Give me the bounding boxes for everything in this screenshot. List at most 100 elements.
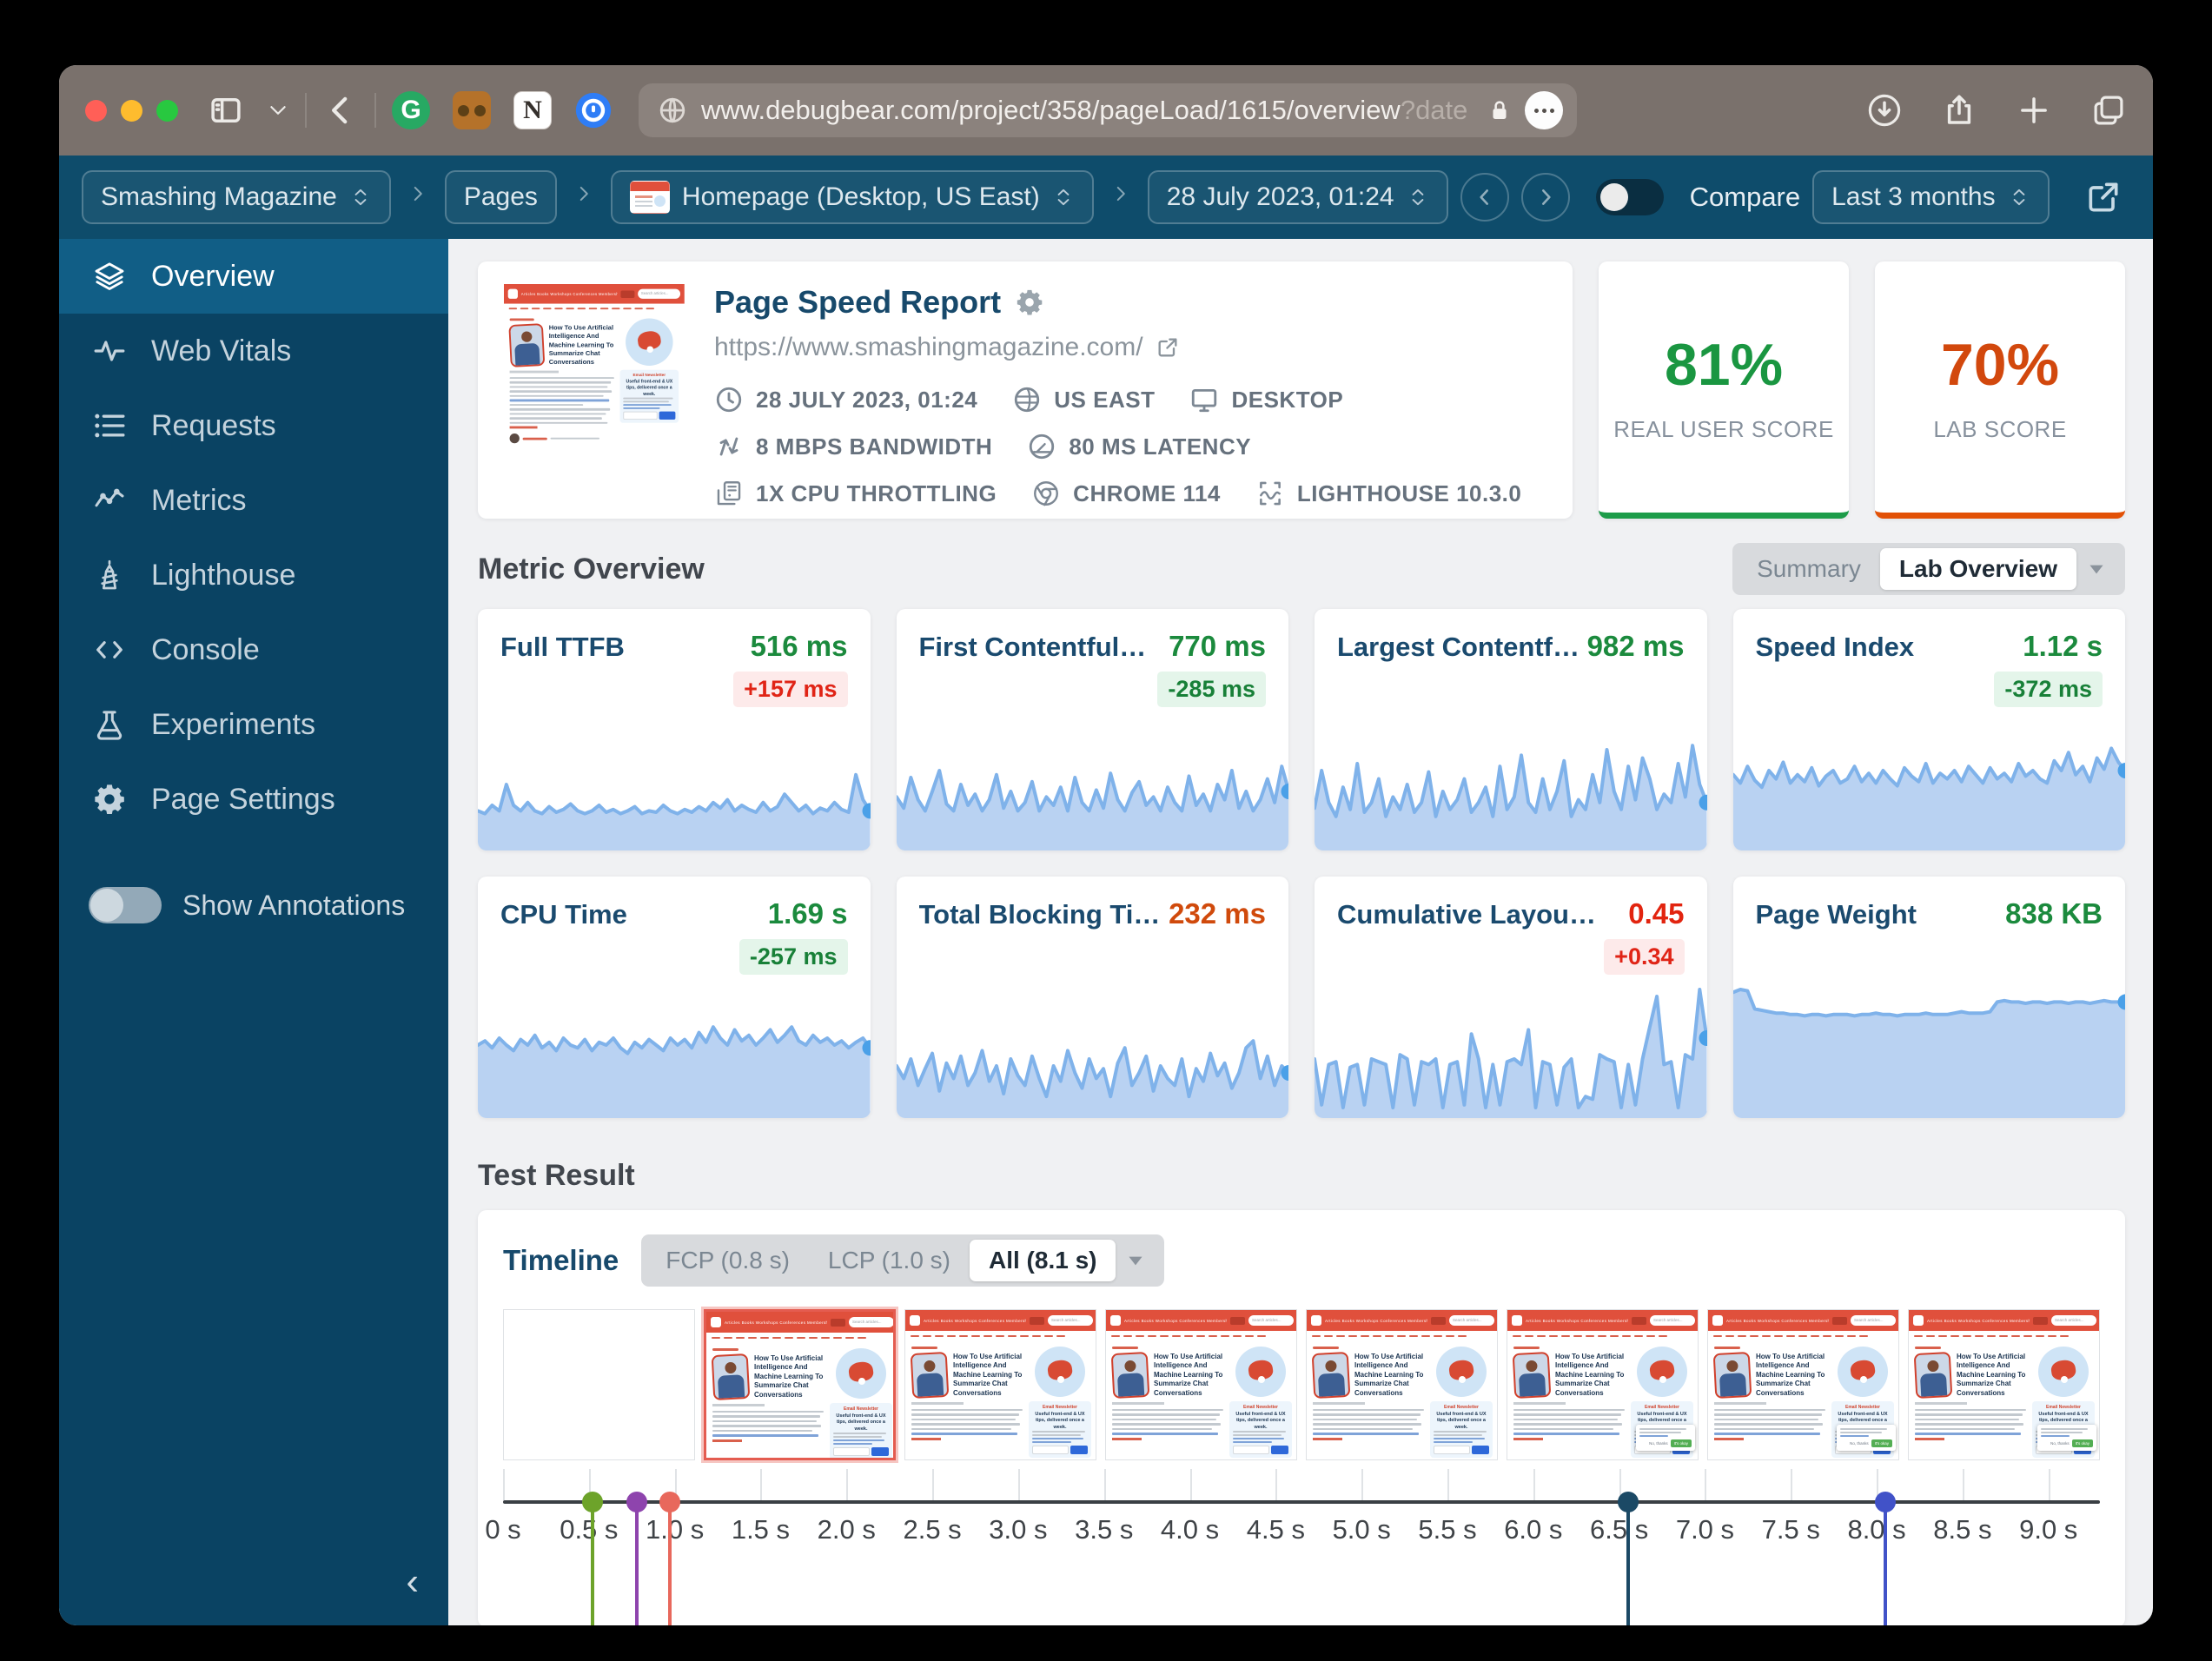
report-meta-label: DESKTOP — [1231, 386, 1344, 413]
date-selector-label: 28 July 2023, 01:24 — [1166, 182, 1394, 211]
filmstrip-frame-7[interactable]: Articles Books Workshops Conferences Mem… — [1707, 1309, 1899, 1460]
metric-sparkline-chart — [478, 772, 871, 850]
metric-title: First Contentful Paint — [918, 632, 1151, 662]
filmstrip-frame-3[interactable]: Articles Books Workshops Conferences Mem… — [904, 1309, 1096, 1460]
sidebar-item-web-vitals[interactable]: Web Vitals — [59, 314, 448, 388]
lcp-marker[interactable] — [659, 1492, 680, 1512]
metric-card-full-ttfb[interactable]: Full TTFB 516 ms +157 ms — [478, 609, 871, 850]
load-marker[interactable] — [1874, 1492, 1896, 1512]
filmstrip: Articles Books Workshops Conferences Mem… — [503, 1309, 2100, 1460]
new-tab-icon[interactable] — [2016, 92, 2052, 129]
sidebar-item-overview[interactable]: Overview — [59, 239, 448, 314]
ttfb-marker[interactable] — [581, 1492, 603, 1512]
chevron-down-icon[interactable] — [267, 99, 289, 122]
date-range-selector[interactable]: Last 3 months — [1812, 170, 2050, 224]
sidebar-toggle-icon[interactable] — [208, 92, 244, 129]
cpu-icon — [714, 479, 744, 508]
metric-card-first-contentful-paint[interactable]: First Contentful Paint 770 ms -285 ms — [896, 609, 1288, 850]
zoom-window-button[interactable] — [156, 99, 178, 122]
back-icon[interactable] — [322, 92, 359, 129]
sidebar-item-metrics[interactable]: Metrics — [59, 463, 448, 538]
interactive-marker[interactable] — [1617, 1492, 1639, 1512]
onepassword-extension-icon[interactable] — [574, 91, 613, 129]
metric-view-tab-lab-overview[interactable]: Lab Overview — [1879, 548, 2076, 590]
metric-card-total-blocking-time[interactable]: Total Blocking Time 232 ms — [896, 877, 1288, 1118]
minimize-window-button[interactable] — [121, 99, 142, 122]
thumb-newsletter-card: Email Newsletter Useful front-end & UX ti… — [619, 369, 679, 424]
lab-score-value: 70% — [1940, 332, 2060, 398]
open-external-icon[interactable] — [2084, 178, 2123, 216]
thumb-search-input: Search articles... — [1048, 1315, 1093, 1326]
metric-card-page-weight[interactable]: Page Weight 838 KB — [1732, 877, 2125, 1118]
sidebar-item-requests[interactable]: Requests — [59, 388, 448, 463]
metric-card-cpu-time[interactable]: CPU Time 1.69 s -257 ms — [478, 877, 871, 1118]
filmstrip-frame-2[interactable]: Articles Books Workshops Conferences Mem… — [704, 1309, 896, 1460]
metric-view-dropdown-icon[interactable] — [2085, 558, 2108, 580]
sidebar-item-lighthouse[interactable]: Lighthouse — [59, 538, 448, 612]
show-annotations-toggle[interactable] — [89, 887, 162, 923]
downloads-icon[interactable] — [1866, 92, 1903, 129]
next-test-button[interactable] — [1520, 173, 1570, 222]
thumb-nav-links: Articles Books Workshops Conferences Mem… — [924, 1318, 1026, 1323]
report-url-link[interactable]: https://www.smashingmagazine.com/ — [714, 333, 1143, 362]
timeline-view-tab-lcp-1-0-s[interactable]: LCP (1.0 s) — [809, 1240, 970, 1281]
report-meta-label: LIGHTHOUSE 10.3.0 — [1296, 480, 1522, 506]
timeline-view-dropdown-icon[interactable] — [1124, 1249, 1147, 1272]
sidebar-collapse-button[interactable]: ‹ — [406, 1563, 419, 1601]
project-selector-label: Smashing Magazine — [101, 182, 337, 211]
notion-extension-icon[interactable]: N — [513, 91, 552, 129]
smashing-logo — [1913, 1315, 1924, 1326]
sidebar-item-page-settings[interactable]: Page Settings — [59, 762, 448, 837]
test-result-heading: Test Result — [478, 1158, 635, 1192]
sidebar-item-experiments[interactable]: Experiments — [59, 687, 448, 762]
metric-delta-badge: +157 ms — [733, 672, 848, 707]
grammarly-extension-icon[interactable]: G — [392, 91, 430, 129]
share-icon[interactable] — [1941, 92, 1977, 129]
report-meta-item: CHROME 114 — [1031, 479, 1221, 508]
filmstrip-frame-1[interactable] — [503, 1309, 695, 1460]
list-icon — [92, 408, 127, 443]
metric-card-largest-contentful-paint[interactable]: Largest Contentful Paint982 ms — [1315, 609, 1707, 850]
report-settings-icon[interactable] — [1015, 288, 1044, 317]
thumb-article-title: How To Use Artificial Intelligence And M… — [1756, 1353, 1825, 1397]
fcp-marker[interactable] — [626, 1492, 648, 1512]
page-selector[interactable]: Homepage (Desktop, US East) — [610, 170, 1094, 224]
thumb-search-input: Search articles... — [1851, 1315, 1896, 1326]
filmstrip-frame-5[interactable]: Articles Books Workshops Conferences Mem… — [1306, 1309, 1498, 1460]
compare-toggle[interactable] — [1595, 179, 1664, 215]
metric-sparkline-chart — [1315, 744, 1707, 850]
axis-tick-label: 1.5 s — [731, 1514, 791, 1545]
metric-card-cumulative-layout-shift[interactable]: Cumulative Layout Shift 0.45 +0.34 — [1315, 877, 1707, 1118]
metric-title: CPU Time — [500, 899, 627, 930]
thumb-newsletter-card: Email Newsletter Useful front-end & UX ti… — [1029, 1401, 1091, 1459]
real-user-score-label: REAL USER SCORE — [1613, 416, 1834, 442]
external-link-icon[interactable] — [1156, 335, 1180, 360]
bear-extension-icon[interactable] — [453, 91, 491, 129]
thumb-continue-reading — [1513, 1437, 1543, 1440]
thumb-nav-links: Articles Books Workshops Conferences Mem… — [1325, 1318, 1427, 1323]
timeline-axis: 0 s 0.5 s 1.0 s 1.5 s 2.0 s 2.5 s 3.0 s 3.5 s 4.… — [485, 1469, 2100, 1625]
filmstrip-frame-8[interactable]: Articles Books Workshops Conferences Mem… — [1908, 1309, 2100, 1460]
timeline-view-tab-all-8-1-s[interactable]: All (8.1 s) — [970, 1240, 1116, 1281]
address-bar[interactable]: www.debugbear.com/project/358/pageLoad/1… — [639, 83, 1577, 137]
metric-card-speed-index[interactable]: Speed Index 1.12 s -372 ms — [1732, 609, 2125, 850]
project-selector[interactable]: Smashing Magazine — [82, 170, 391, 224]
filmstrip-frame-4[interactable]: Articles Books Workshops Conferences Mem… — [1105, 1309, 1297, 1460]
thumb-join-button — [1230, 1316, 1245, 1325]
sidebar-item-console[interactable]: Console — [59, 612, 448, 687]
thumb-continue-reading — [1714, 1437, 1744, 1440]
smashing-logo — [1712, 1315, 1723, 1326]
prev-test-button[interactable] — [1460, 173, 1509, 222]
filmstrip-frame-6[interactable]: Articles Books Workshops Conferences Mem… — [1507, 1309, 1699, 1460]
breadcrumb-pages[interactable]: Pages — [444, 170, 557, 224]
url-more-button[interactable] — [1525, 91, 1563, 129]
thumb-subnav — [905, 1331, 1096, 1341]
date-selector[interactable]: 28 July 2023, 01:24 — [1147, 170, 1448, 224]
close-window-button[interactable] — [85, 99, 107, 122]
thumb-article-title: How To Use Artificial Intelligence And M… — [1154, 1353, 1223, 1397]
tabs-overview-icon[interactable] — [2090, 92, 2127, 129]
timeline-view-tab-fcp-0-8-s[interactable]: FCP (0.8 s) — [646, 1240, 809, 1281]
metric-view-tab-summary[interactable]: Summary — [1738, 548, 1880, 590]
bandwidth-icon — [714, 432, 744, 461]
thumbnail-page: Articles Books Workshops Conferences Mem… — [706, 1312, 893, 1458]
